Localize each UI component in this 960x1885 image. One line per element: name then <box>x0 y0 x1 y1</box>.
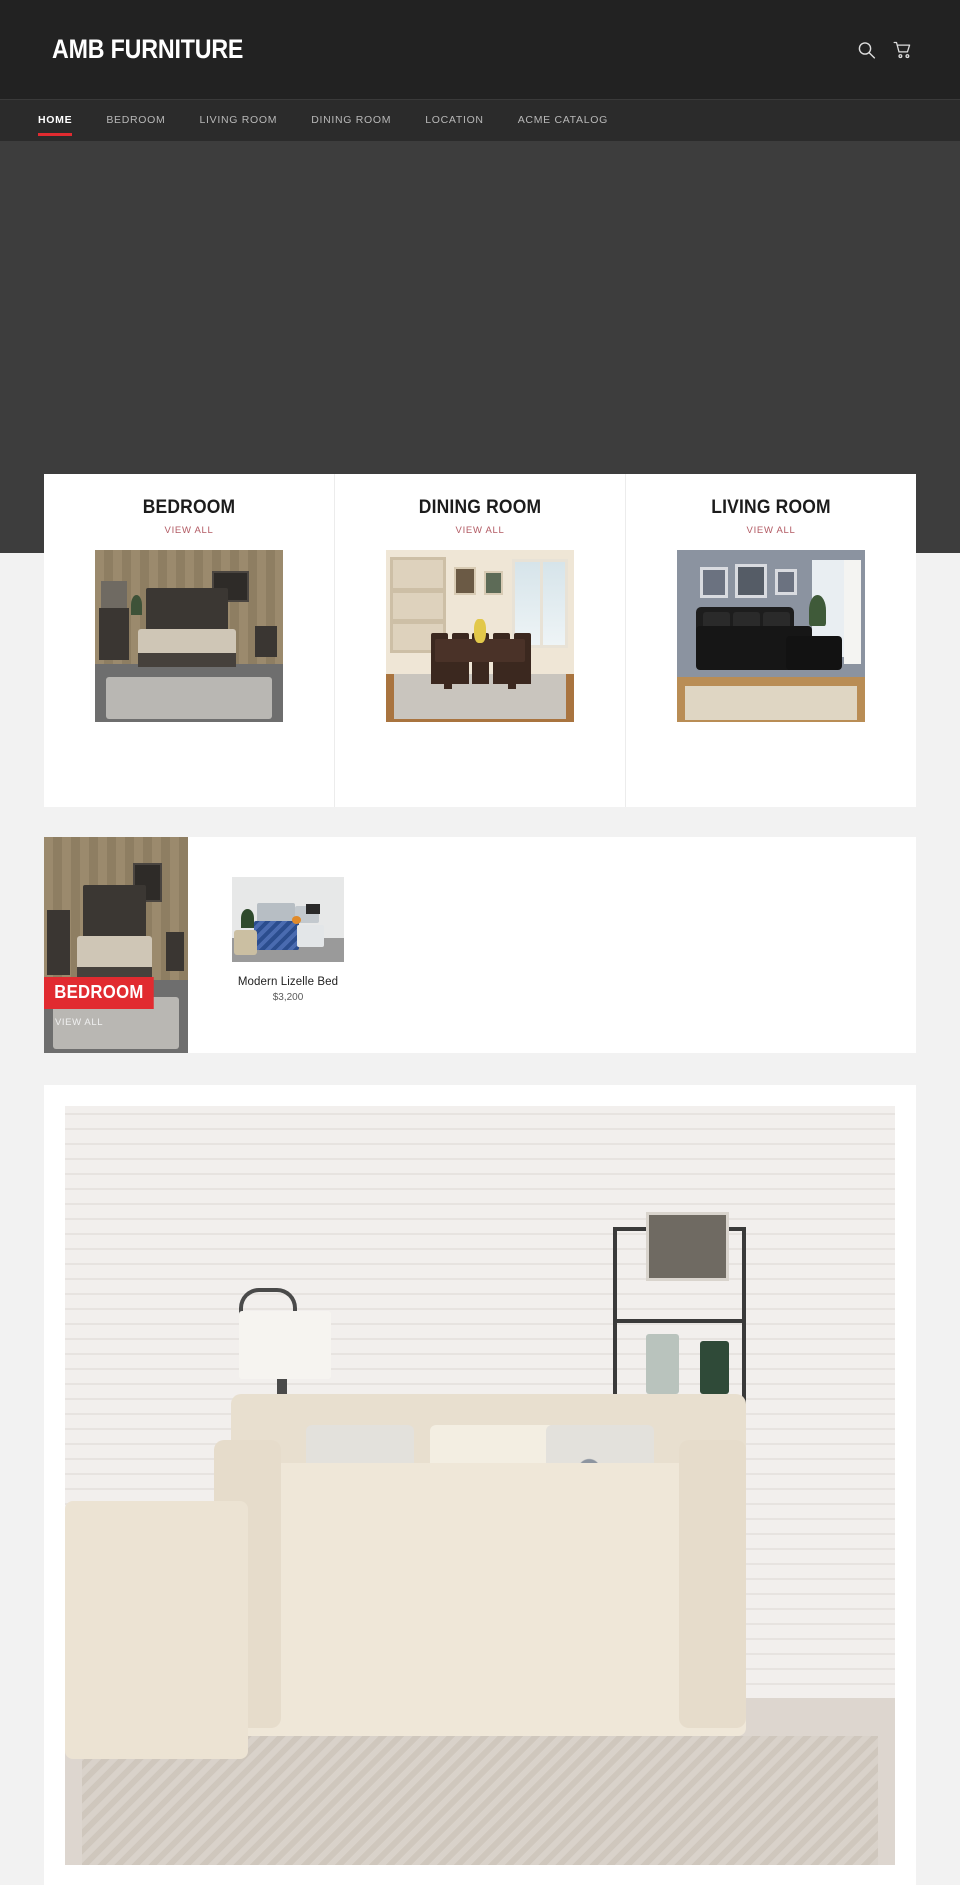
nav-item-bedroom[interactable]: BEDROOM <box>106 103 165 138</box>
cart-icon[interactable] <box>893 40 912 59</box>
category-title: LIVING ROOM <box>711 497 831 518</box>
category-card-grid: BEDROOM VIEW ALL DINING ROOM VIEW ALL LI… <box>44 474 916 807</box>
collection-banner-view-all[interactable]: VIEW ALL <box>55 1017 103 1028</box>
collection-banner-badge: BEDROOM <box>44 977 154 1009</box>
category-title: DINING ROOM <box>418 497 542 518</box>
category-image-bedroom <box>95 550 283 722</box>
category-card-dining-room[interactable]: DINING ROOM VIEW ALL <box>334 474 625 807</box>
category-card-living-room[interactable]: LIVING ROOM VIEW ALL <box>625 474 916 807</box>
product-thumbnail-modern-lizelle-bed <box>232 877 344 962</box>
product-price: $3,200 <box>272 992 304 1003</box>
featured-collection-row: BEDROOM VIEW ALL Modern Lizelle Bed $3,2… <box>44 837 916 1053</box>
nav-item-living-room[interactable]: LIVING ROOM <box>199 103 277 138</box>
category-image-dining-room <box>386 550 574 722</box>
category-image-living-room <box>677 550 865 722</box>
nav-item-home[interactable]: HOME <box>38 103 73 138</box>
collection-banner-bedroom[interactable]: BEDROOM VIEW ALL <box>44 837 188 1053</box>
primary-nav: HOME BEDROOM LIVING ROOM DINING ROOM LOC… <box>0 99 960 141</box>
category-view-all-link[interactable]: VIEW ALL <box>626 525 916 536</box>
category-title: BEDROOM <box>142 497 236 518</box>
category-card-bedroom[interactable]: BEDROOM VIEW ALL <box>44 474 334 807</box>
nav-item-dining-room[interactable]: DINING ROOM <box>311 103 391 138</box>
bottom-promo-image[interactable] <box>65 1106 895 1865</box>
category-view-all-link[interactable]: VIEW ALL <box>335 525 625 536</box>
header-icon-group <box>857 40 912 59</box>
site-header: AMB FURNITURE <box>0 0 960 99</box>
nav-item-location[interactable]: LOCATION <box>425 103 484 138</box>
product-title: Modern Lizelle Bed <box>237 976 339 988</box>
product-card[interactable]: Modern Lizelle Bed $3,200 <box>204 837 372 1053</box>
bottom-promo-section <box>44 1085 916 1885</box>
category-view-all-link[interactable]: VIEW ALL <box>44 525 334 536</box>
nav-item-acme-catalog[interactable]: ACME CATALOG <box>518 103 608 138</box>
featured-product-list: Modern Lizelle Bed $3,200 <box>188 837 916 1053</box>
search-icon[interactable] <box>857 40 876 59</box>
site-brand[interactable]: AMB FURNITURE <box>52 34 243 65</box>
